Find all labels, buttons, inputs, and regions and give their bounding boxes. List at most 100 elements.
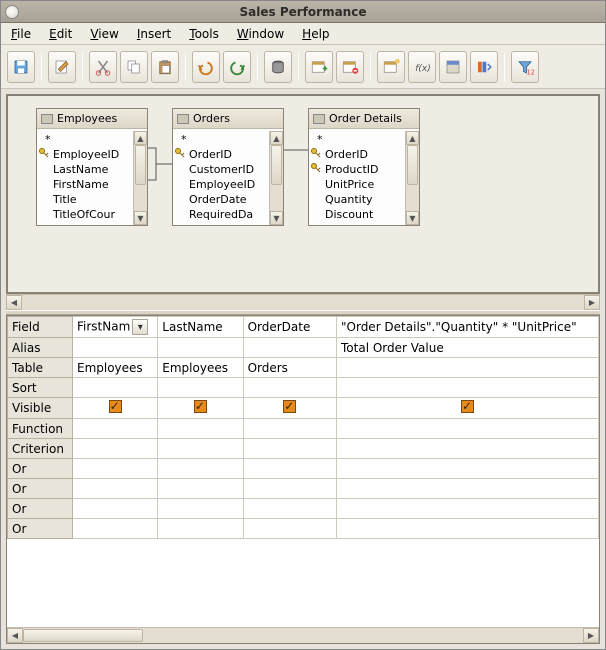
sort-cell[interactable] (72, 378, 157, 398)
table-order-details[interactable]: Order Details * OrderID ProductID UnitPr… (308, 108, 420, 226)
criterion-cell[interactable] (337, 439, 599, 459)
or-cell[interactable] (72, 519, 157, 539)
criterion-cell[interactable] (243, 439, 336, 459)
cut-button[interactable] (89, 51, 117, 83)
or-cell[interactable] (337, 519, 599, 539)
add-table-button[interactable] (305, 51, 333, 83)
table-cell[interactable]: Employees (72, 358, 157, 378)
table-header[interactable]: Employees (37, 109, 147, 129)
menu-edit[interactable]: Edit (45, 25, 76, 43)
field-item[interactable]: OrderID (173, 146, 283, 161)
checkbox-checked-icon[interactable] (283, 400, 296, 413)
or-cell[interactable] (72, 479, 157, 499)
field-item[interactable]: Discount (309, 206, 419, 221)
or-cell[interactable] (337, 459, 599, 479)
criterion-cell[interactable] (158, 439, 243, 459)
new-query-button[interactable] (377, 51, 405, 83)
or-cell[interactable] (158, 519, 243, 539)
functions-button[interactable]: f(x) (408, 51, 436, 83)
field-cell[interactable]: FirstNam (72, 317, 157, 338)
design-canvas[interactable]: Employees * EmployeeID LastName FirstNam… (6, 94, 600, 294)
visible-cell[interactable] (337, 398, 599, 419)
field-item[interactable]: * (37, 131, 147, 146)
table-cell[interactable] (337, 358, 599, 378)
field-item[interactable]: * (173, 131, 283, 146)
field-cell[interactable]: OrderDate (243, 317, 336, 338)
table-header[interactable]: Order Details (309, 109, 419, 129)
scroll-down-icon[interactable]: ▼ (270, 211, 283, 225)
or-cell[interactable] (72, 499, 157, 519)
undo-button[interactable] (192, 51, 220, 83)
table-employees[interactable]: Employees * EmployeeID LastName FirstNam… (36, 108, 148, 226)
or-cell[interactable] (243, 519, 336, 539)
visible-cell[interactable] (158, 398, 243, 419)
field-item[interactable]: UnitPrice (309, 176, 419, 191)
field-item[interactable]: OrderID (309, 146, 419, 161)
field-cell[interactable]: "Order Details"."Quantity" * "UnitPrice" (337, 317, 599, 338)
table-header[interactable]: Orders (173, 109, 283, 129)
table-scrollbar[interactable]: ▲ ▼ (133, 131, 147, 225)
function-cell[interactable] (337, 419, 599, 439)
table-cell[interactable]: Orders (243, 358, 336, 378)
function-cell[interactable] (158, 419, 243, 439)
table-cell[interactable]: Employees (158, 358, 243, 378)
field-item[interactable]: TitleOfCour (37, 206, 147, 221)
field-item[interactable]: Quantity (309, 191, 419, 206)
alias-cell[interactable] (243, 338, 336, 358)
or-cell[interactable] (158, 459, 243, 479)
function-cell[interactable] (72, 419, 157, 439)
checkbox-checked-icon[interactable] (194, 400, 207, 413)
visible-cell[interactable] (243, 398, 336, 419)
scroll-left-icon[interactable]: ◀ (6, 295, 22, 310)
menu-file[interactable]: File (7, 25, 35, 43)
field-item[interactable]: LastName (37, 161, 147, 176)
field-cell[interactable]: LastName (158, 317, 243, 338)
or-cell[interactable] (158, 499, 243, 519)
alias-cell[interactable] (72, 338, 157, 358)
visible-cell[interactable] (72, 398, 157, 419)
scroll-thumb[interactable] (23, 629, 143, 642)
menu-help[interactable]: Help (298, 25, 333, 43)
alias-cell[interactable]: Total Order Value (337, 338, 599, 358)
or-cell[interactable] (243, 479, 336, 499)
sort-cell[interactable] (243, 378, 336, 398)
properties-button[interactable] (439, 51, 467, 83)
field-item[interactable]: CustomerID (173, 161, 283, 176)
field-item[interactable]: ProductID (309, 161, 419, 176)
scroll-down-icon[interactable]: ▼ (406, 211, 419, 225)
scroll-up-icon[interactable]: ▲ (270, 131, 283, 145)
checkbox-checked-icon[interactable] (109, 400, 122, 413)
save-button[interactable] (7, 51, 35, 83)
field-item[interactable]: * (309, 131, 419, 146)
field-item[interactable]: FirstName (37, 176, 147, 191)
grid-hscrollbar[interactable]: ◀ ▶ (7, 627, 599, 643)
dropdown-icon[interactable] (132, 319, 148, 335)
field-item[interactable]: EmployeeID (37, 146, 147, 161)
scroll-down-icon[interactable]: ▼ (134, 211, 147, 225)
table-scrollbar[interactable]: ▲ ▼ (405, 131, 419, 225)
table-scrollbar[interactable]: ▲ ▼ (269, 131, 283, 225)
or-cell[interactable] (72, 459, 157, 479)
scroll-up-icon[interactable]: ▲ (406, 131, 419, 145)
alias-cell[interactable] (158, 338, 243, 358)
design-hscrollbar[interactable]: ◀ ▶ (6, 294, 600, 310)
menu-window[interactable]: Window (233, 25, 288, 43)
distinct-values-button[interactable] (470, 51, 498, 83)
or-cell[interactable] (337, 479, 599, 499)
field-item[interactable]: OrderDate (173, 191, 283, 206)
redo-button[interactable] (223, 51, 251, 83)
field-item[interactable]: EmployeeID (173, 176, 283, 191)
menu-insert[interactable]: Insert (133, 25, 175, 43)
scroll-up-icon[interactable]: ▲ (134, 131, 147, 145)
run-query-button[interactable] (264, 51, 292, 83)
filter-button[interactable]: 123! (511, 51, 539, 83)
or-cell[interactable] (243, 459, 336, 479)
function-cell[interactable] (243, 419, 336, 439)
field-item[interactable]: Title (37, 191, 147, 206)
scroll-left-icon[interactable]: ◀ (7, 628, 23, 643)
or-cell[interactable] (158, 479, 243, 499)
criterion-cell[interactable] (72, 439, 157, 459)
scroll-right-icon[interactable]: ▶ (584, 295, 600, 310)
menu-view[interactable]: View (86, 25, 122, 43)
or-cell[interactable] (337, 499, 599, 519)
